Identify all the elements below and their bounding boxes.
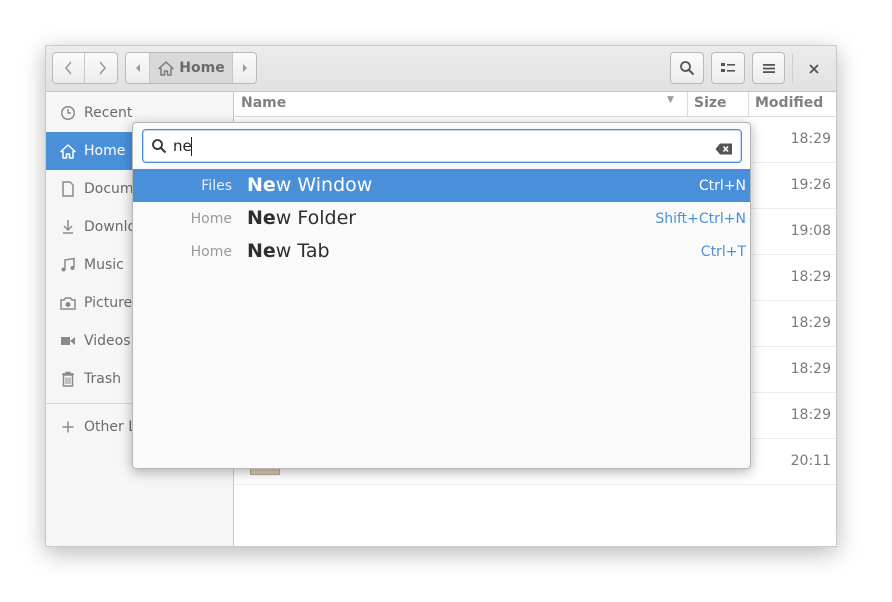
home-icon [158, 60, 175, 76]
modified-time: 18:29 [790, 269, 831, 285]
clear-text-icon[interactable] [715, 140, 733, 159]
label-rest: w Folder [275, 207, 357, 229]
label-rest: w Tab [275, 240, 330, 262]
sidebar-item-label: Other L [84, 419, 137, 435]
result-new-tab[interactable]: Home New Tab Ctrl+T [133, 235, 750, 268]
match-highlight: Ne [247, 240, 276, 262]
command-search-popover: ne Files New Window Ctrl+N Home New Fold… [132, 122, 751, 469]
sidebar-item-label: Music [84, 257, 124, 273]
modified-time: 18:29 [790, 361, 831, 377]
sidebar-item-label: Home [84, 143, 126, 159]
result-shortcut: Ctrl+T [700, 244, 746, 260]
result-new-folder[interactable]: Home New Folder Shift+Ctrl+N [133, 202, 750, 235]
header-bar: Home [46, 46, 836, 92]
modified-time: 19:08 [790, 223, 831, 239]
sidebar-item-label: Videos [84, 333, 131, 349]
path-home-button[interactable]: Home [150, 53, 233, 83]
navigation-buttons [52, 52, 118, 84]
result-label: New Window [247, 174, 372, 196]
chevron-right-icon [99, 61, 107, 75]
result-scope: Files [201, 178, 232, 194]
triangle-left-icon [135, 64, 140, 72]
music-icon [60, 257, 76, 273]
chevron-left-icon [64, 61, 72, 75]
modified-time: 18:29 [790, 315, 831, 331]
camera-icon [60, 295, 76, 311]
download-icon [60, 219, 76, 235]
hamburger-menu-icon [762, 63, 775, 73]
sidebar-item-label: Downlo [84, 219, 137, 235]
document-icon [60, 181, 76, 197]
search-icon [151, 138, 167, 158]
header-separator [792, 54, 793, 84]
back-button[interactable] [53, 53, 85, 83]
result-label: New Tab [247, 240, 330, 262]
search-button[interactable] [670, 52, 704, 84]
command-search-input[interactable]: ne [142, 129, 742, 163]
search-icon [680, 61, 695, 76]
result-label: New Folder [247, 207, 356, 229]
modified-time: 20:11 [790, 453, 831, 469]
column-separator [687, 92, 688, 117]
result-new-window[interactable]: Files New Window Ctrl+N [133, 169, 750, 202]
close-icon [809, 64, 819, 74]
menu-button[interactable] [752, 52, 785, 84]
list-view-icon [721, 63, 735, 72]
triangle-right-icon [242, 64, 247, 72]
path-scroll-left-button[interactable] [126, 53, 150, 83]
search-query-text: ne [173, 137, 192, 155]
path-scroll-right-button[interactable] [232, 53, 256, 83]
forward-button[interactable] [86, 53, 118, 83]
modified-time: 18:29 [790, 407, 831, 423]
sidebar-item-label: Trash [84, 371, 121, 387]
result-shortcut: Shift+Ctrl+N [655, 211, 746, 227]
column-name-header[interactable]: Name [241, 95, 286, 111]
plus-icon [60, 419, 76, 435]
label-rest: w Window [275, 174, 373, 196]
match-highlight: Ne [247, 174, 276, 196]
close-button[interactable] [802, 59, 826, 79]
home-icon [60, 143, 76, 159]
column-size-header[interactable]: Size [694, 95, 727, 111]
column-separator [748, 92, 749, 117]
sidebar-item-label: Recent [84, 105, 133, 121]
sort-descending-icon: ▼ [667, 95, 674, 105]
text-cursor [191, 137, 192, 156]
list-header: Name ▼ Size Modified [235, 92, 836, 117]
match-highlight: Ne [247, 207, 276, 229]
video-icon [60, 333, 76, 349]
result-scope: Home [190, 211, 232, 227]
clock-icon [60, 105, 76, 121]
path-home-label: Home [179, 60, 225, 76]
path-bar: Home [125, 52, 257, 84]
modified-time: 19:26 [790, 177, 831, 193]
trash-icon [60, 371, 76, 387]
result-shortcut: Ctrl+N [698, 178, 746, 194]
result-scope: Home [190, 244, 232, 260]
column-modified-header[interactable]: Modified [755, 95, 823, 111]
modified-time: 18:29 [790, 131, 831, 147]
view-mode-button[interactable] [711, 52, 745, 84]
